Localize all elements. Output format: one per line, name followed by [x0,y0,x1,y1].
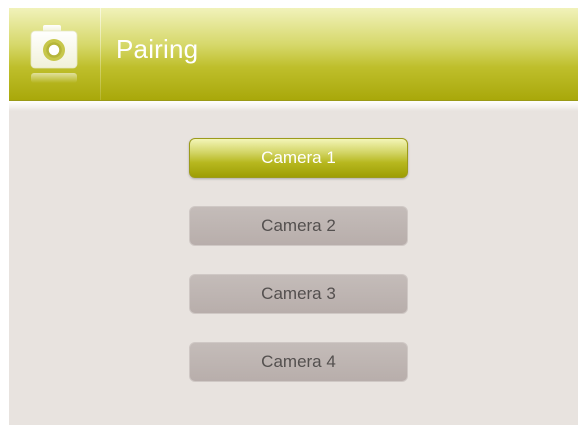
camera-2-button[interactable]: Camera 2 [189,206,408,246]
camera-4-button[interactable]: Camera 4 [189,342,408,382]
header-bar: Pairing [9,8,578,101]
camera-4-label: Camera 4 [261,352,336,371]
camera-3-label: Camera 3 [261,284,336,303]
camera-2-label: Camera 2 [261,216,336,235]
pairing-screen: Pairing Camera 1 Camera 2 Camera 3 Camer… [9,8,578,425]
camera-1-button[interactable]: Camera 1 [189,138,408,178]
page-title: Pairing [116,34,199,64]
camera-3-button[interactable]: Camera 3 [189,274,408,314]
header-divider [100,8,101,100]
camera-icon [30,25,78,83]
camera-1-label: Camera 1 [261,148,336,167]
header-separator [9,101,578,111]
